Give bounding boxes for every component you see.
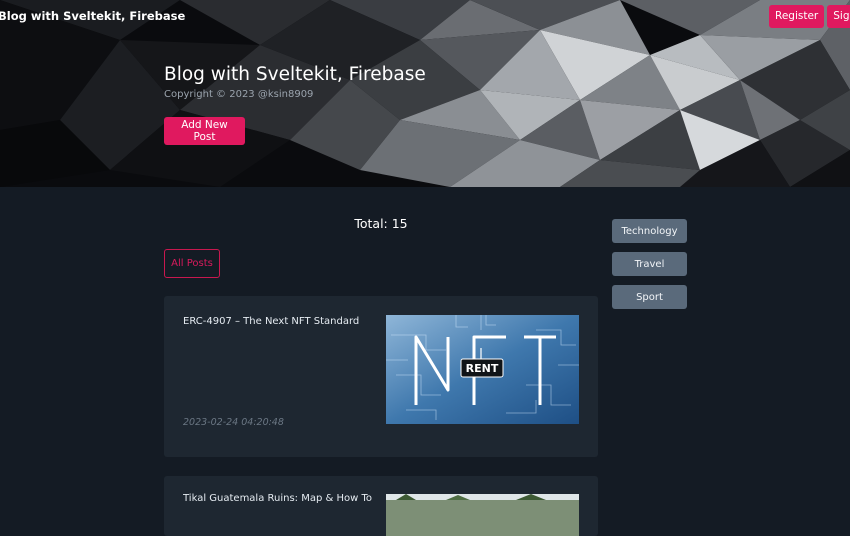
post-date: 2023-02-24 04:20:48 [183,417,284,428]
thumbnail-rent-text: RENT [466,362,499,375]
brand-title[interactable]: Blog with Sveltekit, Firebase [0,9,185,23]
post-thumbnail[interactable]: RENT [386,315,579,424]
post-card[interactable]: Tikal Guatemala Ruins: Map & How To Visi… [164,476,598,536]
category-list: Technology Travel Sport [612,219,687,318]
copyright-text: Copyright © 2023 @ksin8909 [164,89,314,100]
post-card[interactable]: ERC-4907 – The Next NFT Standard 2023-02… [164,296,598,457]
total-count: Total: 15 [354,216,408,231]
category-technology-button[interactable]: Technology [612,219,687,243]
hero-title: Blog with Sveltekit, Firebase [164,64,426,85]
post-thumbnail[interactable] [386,494,579,536]
all-posts-button[interactable]: All Posts [164,249,220,278]
add-new-post-button[interactable]: Add New Post [164,117,245,145]
hero-banner: Blog with Sveltekit, Firebase Register S… [0,0,850,187]
category-travel-button[interactable]: Travel [612,252,687,276]
sign-in-button[interactable]: Sign In [827,5,850,28]
category-sport-button[interactable]: Sport [612,285,687,309]
nav-actions: Register Sign In [769,5,850,28]
post-title[interactable]: ERC-4907 – The Next NFT Standard [183,316,373,327]
register-button[interactable]: Register [769,5,825,28]
post-title[interactable]: Tikal Guatemala Ruins: Map & How To Visi… [183,493,373,504]
low-poly-background [0,0,850,187]
